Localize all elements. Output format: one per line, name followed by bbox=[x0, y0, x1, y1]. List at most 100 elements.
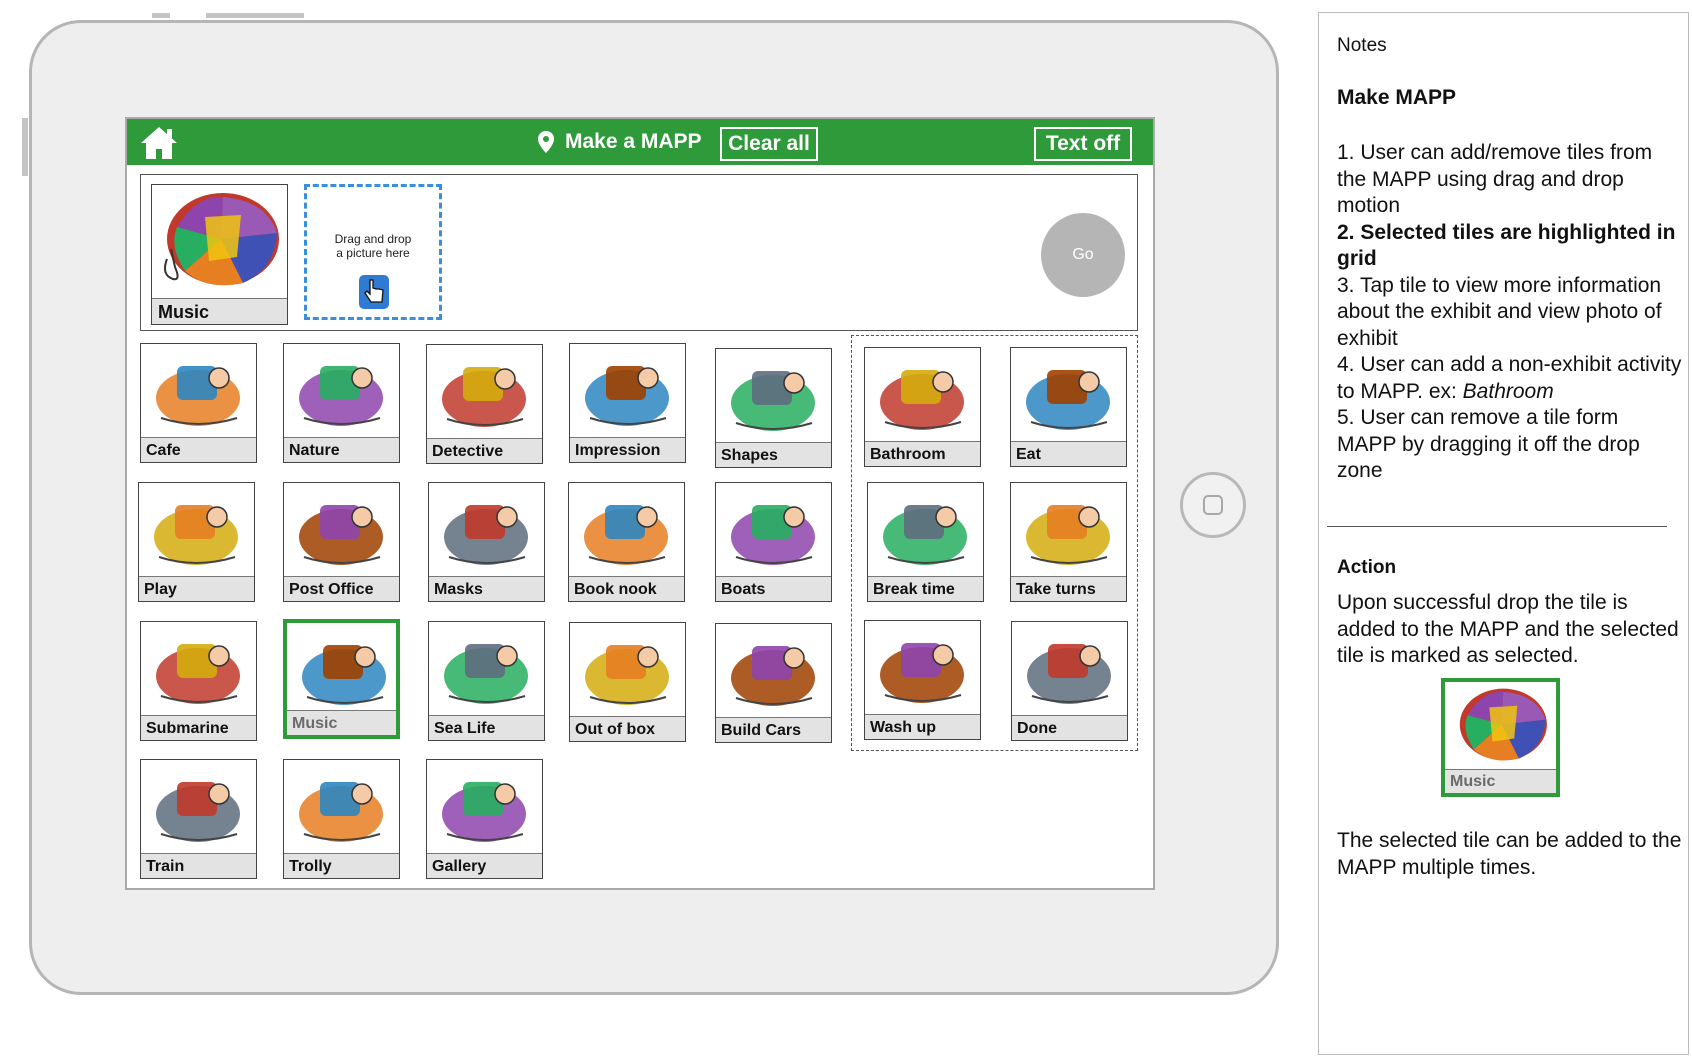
train-icon bbox=[156, 782, 240, 842]
notes-item-4-example: Bathroom bbox=[1462, 379, 1554, 403]
exhibit-tile-shapes[interactable]: Shapes bbox=[715, 348, 832, 468]
exhibit-tile-boats[interactable]: Boats bbox=[715, 482, 832, 602]
notes-section-title: Make MAPP bbox=[1337, 86, 1457, 109]
notes-item-2-text: 2. Selected tiles are highlighted in gri… bbox=[1337, 220, 1676, 271]
tile-label: Nature bbox=[284, 437, 399, 462]
drop-zone-text: Drag and drop a picture here bbox=[307, 232, 439, 260]
detective-icon bbox=[442, 367, 526, 427]
action-title: Action bbox=[1337, 557, 1397, 578]
tile-label: Masks bbox=[429, 576, 544, 601]
activity-tile-done[interactable]: Done bbox=[1011, 621, 1128, 741]
drop-zone-line1: Drag and drop bbox=[334, 232, 412, 246]
exhibit-tile-trolly[interactable]: Trolly bbox=[283, 759, 400, 879]
exhibit-tile-post-office[interactable]: Post Office bbox=[283, 482, 400, 602]
exhibit-tile-out-of-box[interactable]: Out of box bbox=[569, 622, 686, 742]
exhibit-tile-sea-life[interactable]: Sea Life bbox=[428, 621, 545, 741]
sea-life-icon bbox=[444, 644, 528, 704]
app-bar: Make a MAPP Clear all Text off bbox=[127, 119, 1153, 165]
exhibit-tile-submarine[interactable]: Submarine bbox=[140, 621, 257, 741]
app-screen: Make a MAPP Clear all Text off Music Dra… bbox=[125, 117, 1155, 890]
action-text-2: The selected tile can be added to the MA… bbox=[1337, 829, 1682, 879]
tile-label: Detective bbox=[427, 438, 542, 463]
go-button[interactable]: Go bbox=[1041, 213, 1125, 297]
activity-tile-take-turns[interactable]: Take turns bbox=[1010, 482, 1127, 602]
tile-label: Sea Life bbox=[429, 715, 544, 740]
exhibit-tile-play[interactable]: Play bbox=[138, 482, 255, 602]
exhibit-tile-book-nook[interactable]: Book nook bbox=[568, 482, 685, 602]
device-home-button[interactable] bbox=[1180, 472, 1246, 538]
notes-item-2: 2. Selected tiles are highlighted in gri… bbox=[1337, 220, 1682, 273]
tile-label: Break time bbox=[868, 576, 983, 601]
activity-tile-eat[interactable]: Eat bbox=[1010, 347, 1127, 467]
notes-item-3: 3. Tap tile to view more information abo… bbox=[1337, 273, 1662, 350]
tile-label: Gallery bbox=[427, 853, 542, 878]
drop-zone[interactable]: Drag and drop a picture here bbox=[304, 184, 442, 320]
activity-tile-wash-up[interactable]: Wash up bbox=[864, 620, 981, 740]
exhibit-tile-nature[interactable]: Nature bbox=[283, 343, 400, 463]
tile-label: Take turns bbox=[1011, 576, 1126, 601]
tile-label: Eat bbox=[1011, 441, 1126, 466]
exhibit-tile-train[interactable]: Train bbox=[140, 759, 257, 879]
tile-label: Build Cars bbox=[716, 717, 831, 742]
music-icon bbox=[164, 193, 279, 286]
gallery-icon bbox=[442, 782, 526, 842]
tile-label: Music bbox=[287, 710, 396, 735]
music-icon bbox=[1459, 688, 1547, 761]
notes-panel: Notes Make MAPP 1. User can add/remove t… bbox=[1318, 12, 1689, 1055]
boat-icon bbox=[731, 505, 815, 565]
beaver-icon bbox=[299, 366, 383, 426]
notes-item-4: 4. User can add a non-exhibit activity t… bbox=[1337, 352, 1682, 405]
cafe-icon bbox=[156, 366, 240, 426]
tile-label: Out of box bbox=[570, 716, 685, 741]
tile-label: Trolly bbox=[284, 853, 399, 878]
device-top-button-2 bbox=[206, 13, 304, 18]
tile-label: Shapes bbox=[716, 442, 831, 467]
exhibit-tile-gallery[interactable]: Gallery bbox=[426, 759, 543, 879]
mask-icon bbox=[444, 505, 528, 565]
tile-label: Bathroom bbox=[865, 441, 980, 466]
break-time-icon bbox=[883, 505, 967, 565]
take-turns-icon bbox=[1026, 505, 1110, 565]
exhibit-tile-cafe[interactable]: Cafe bbox=[140, 343, 257, 463]
app-title-text: Make a MAPP bbox=[565, 130, 702, 153]
notes-item-1: 1. User can add/remove tiles from the MA… bbox=[1337, 141, 1653, 217]
tile-label: Post Office bbox=[284, 576, 399, 601]
tile-label: Play bbox=[139, 576, 254, 601]
clear-all-button[interactable]: Clear all bbox=[720, 127, 818, 161]
tile-label: Book nook bbox=[569, 576, 684, 601]
device-top-button-1 bbox=[152, 13, 170, 18]
drop-zone-line2: a picture here bbox=[336, 246, 410, 260]
press-icon bbox=[585, 366, 669, 426]
tile-label: Done bbox=[1012, 715, 1127, 740]
activity-tile-break-time[interactable]: Break time bbox=[867, 482, 984, 602]
exhibit-tile-music[interactable]: Music bbox=[283, 619, 400, 739]
stop-sign-icon bbox=[1027, 644, 1111, 704]
home-square-icon bbox=[1203, 495, 1223, 515]
tile-label: Train bbox=[141, 853, 256, 878]
home-icon[interactable] bbox=[139, 125, 179, 161]
mapp-tile-music[interactable]: Music bbox=[151, 184, 288, 325]
device-side-button bbox=[22, 118, 28, 176]
wash-hands-icon bbox=[880, 643, 964, 703]
app-title: Make a MAPP bbox=[537, 119, 702, 165]
shapes-icon bbox=[731, 371, 815, 431]
exhibit-tile-masks[interactable]: Masks bbox=[428, 482, 545, 602]
example-selected-tile: Music bbox=[1441, 678, 1560, 797]
activity-tile-bathroom[interactable]: Bathroom bbox=[864, 347, 981, 467]
submarine-icon bbox=[156, 644, 240, 704]
mapp-drop-strip[interactable]: Music Drag and drop a picture here Go bbox=[140, 174, 1138, 331]
notes-list: 1. User can add/remove tiles from the MA… bbox=[1337, 140, 1682, 485]
notes-item-5: 5. User can remove a tile form MAPP by d… bbox=[1337, 406, 1640, 482]
exhibit-tile-detective[interactable]: Detective bbox=[426, 344, 543, 464]
notes-header: Notes bbox=[1337, 35, 1387, 56]
tile-label: Wash up bbox=[865, 714, 980, 739]
tile-label: Submarine bbox=[141, 715, 256, 740]
play-icon bbox=[154, 505, 238, 565]
tile-label: Cafe bbox=[141, 437, 256, 462]
music-icon bbox=[302, 645, 386, 705]
exhibit-tile-impression[interactable]: Impression bbox=[569, 343, 686, 463]
exhibit-tile-build-cars[interactable]: Build Cars bbox=[715, 623, 832, 743]
action-text: Upon successful drop the tile is added t… bbox=[1337, 591, 1679, 667]
text-off-button[interactable]: Text off bbox=[1034, 127, 1132, 161]
page: Make a MAPP Clear all Text off Music Dra… bbox=[0, 0, 1692, 1057]
